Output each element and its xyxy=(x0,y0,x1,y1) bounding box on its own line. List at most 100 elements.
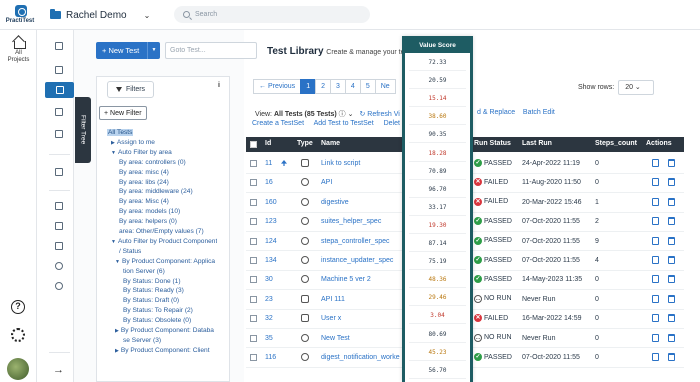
test-name[interactable]: digestive xyxy=(321,199,349,206)
pager-page[interactable]: 1 xyxy=(300,79,317,94)
pager-page[interactable]: 5 xyxy=(359,79,376,94)
filter-tree-item[interactable]: se Server (3) xyxy=(123,337,161,344)
test-name[interactable]: API 111 xyxy=(321,296,345,303)
refresh-link[interactable]: ↻ Refresh Vi xyxy=(359,111,399,118)
filters-tab[interactable]: Filters xyxy=(107,81,155,98)
goto-test-input[interactable]: Goto Test... xyxy=(165,42,257,59)
filter-tree-toggle[interactable]: Filter Tree xyxy=(75,97,91,163)
rail-requirements[interactable] xyxy=(51,62,67,78)
avatar[interactable] xyxy=(7,358,29,380)
test-id[interactable]: 134 xyxy=(265,257,277,264)
tree-caret-icon[interactable]: ▶ xyxy=(115,348,119,354)
rail-test-library[interactable] xyxy=(45,82,74,98)
test-id[interactable]: 123 xyxy=(265,218,277,225)
filter-tree-item[interactable]: By area: libs (24) xyxy=(119,179,169,186)
info-icon[interactable]: i xyxy=(218,82,225,89)
add-to-testset-link[interactable]: Add Test to TestSet xyxy=(314,120,374,127)
rail-image[interactable] xyxy=(51,198,67,214)
row-checkbox[interactable] xyxy=(250,179,257,187)
copy-icon[interactable] xyxy=(652,314,659,323)
test-name[interactable]: stepa_controller_spec xyxy=(321,238,390,245)
filter-tree-item[interactable]: By area: helpers (0) xyxy=(119,218,177,225)
test-id[interactable]: 35 xyxy=(265,335,273,342)
col-run-status[interactable]: Run Status xyxy=(474,140,511,147)
trash-icon[interactable] xyxy=(668,314,675,323)
rail-dashboard[interactable] xyxy=(51,38,67,54)
filter-tree-item[interactable]: ▼ By Product Component: Applica xyxy=(115,258,215,265)
row-checkbox[interactable] xyxy=(250,218,257,226)
test-name[interactable]: instance_updater_spec xyxy=(321,257,393,264)
test-id[interactable]: 23 xyxy=(265,296,273,303)
col-id[interactable]: Id xyxy=(265,140,271,147)
row-checkbox[interactable] xyxy=(250,276,257,284)
practitest-logo[interactable]: PractiTest xyxy=(6,5,36,27)
test-name[interactable]: API xyxy=(321,179,332,186)
col-type[interactable]: Type xyxy=(297,140,313,147)
test-id[interactable]: 116 xyxy=(265,354,276,361)
col-name[interactable]: Name xyxy=(321,140,340,147)
filter-tree-item[interactable]: ▼ Auto Filter by area xyxy=(111,149,172,156)
tree-caret-icon[interactable]: ▶ xyxy=(115,328,119,334)
filter-tree-item[interactable]: By Status: Obsolete (0) xyxy=(123,317,191,324)
test-id[interactable]: 32 xyxy=(265,315,273,322)
filter-tree-item[interactable]: / Status xyxy=(119,248,141,255)
filter-tree-item[interactable]: By area: controllers (0) xyxy=(119,159,186,166)
new-test-button[interactable]: + New Test ▼ xyxy=(96,42,160,59)
rows-per-page-select[interactable]: 20 ⌄ xyxy=(618,80,655,95)
search-input[interactable]: Search xyxy=(174,6,370,23)
filter-tree-item[interactable]: area: Other/Empty values (7) xyxy=(119,228,204,235)
test-id[interactable]: 16 xyxy=(265,179,273,186)
pager-page[interactable]: 3 xyxy=(330,79,346,94)
help-icon[interactable]: ? xyxy=(11,300,25,314)
trash-icon[interactable] xyxy=(668,197,675,206)
delete-link[interactable]: Delet xyxy=(384,120,400,127)
col-last-run[interactable]: Last Run xyxy=(522,140,552,147)
tree-caret-icon[interactable]: ▶ xyxy=(111,140,115,146)
row-checkbox[interactable] xyxy=(250,295,257,303)
dropdown-icon[interactable]: ⌄ xyxy=(348,111,354,118)
trash-icon[interactable] xyxy=(668,353,675,361)
trash-icon[interactable] xyxy=(668,178,675,187)
filter-tree-item[interactable]: By area: misc (4) xyxy=(119,169,169,176)
filter-tree-item[interactable]: By area: Misc (4) xyxy=(119,198,169,205)
trash-icon[interactable] xyxy=(668,236,675,245)
trash-icon[interactable] xyxy=(668,256,675,264)
test-name[interactable]: Link to script xyxy=(321,160,360,167)
test-name[interactable]: User x xyxy=(321,315,341,322)
row-checkbox[interactable] xyxy=(250,160,257,167)
filter-tree-item[interactable]: By Status: Ready (3) xyxy=(123,287,184,294)
copy-icon[interactable] xyxy=(652,197,659,206)
col-steps-count[interactable]: Steps_count xyxy=(595,140,637,147)
filter-tree-item[interactable]: All Tests xyxy=(107,129,134,136)
filter-tree-item[interactable]: By area: models (10) xyxy=(119,208,180,215)
filter-tree-item[interactable]: ▶ By Product Component: Client xyxy=(115,347,210,354)
copy-icon[interactable] xyxy=(652,333,659,342)
expand-arrow-icon[interactable]: → xyxy=(53,364,64,376)
test-id[interactable]: 30 xyxy=(265,276,273,283)
rail-settings[interactable] xyxy=(51,278,67,294)
row-checkbox[interactable] xyxy=(250,354,257,361)
rail-list[interactable] xyxy=(51,218,67,234)
copy-icon[interactable] xyxy=(652,275,659,284)
new-filter-button[interactable]: + New Filter xyxy=(99,106,147,120)
filter-tree-item[interactable]: By Status: Draft (0) xyxy=(123,297,179,304)
rail-history[interactable] xyxy=(51,258,67,274)
gear-icon[interactable] xyxy=(11,328,25,342)
row-checkbox[interactable] xyxy=(250,257,257,264)
trash-icon[interactable] xyxy=(668,159,675,167)
batch-edit-link[interactable]: Batch Edit xyxy=(523,109,555,116)
filter-tree-item[interactable]: ▶ Assign to me xyxy=(111,139,155,146)
trash-icon[interactable] xyxy=(668,275,675,284)
create-testset-link[interactable]: Create a TestSet xyxy=(252,120,304,127)
pager-previous[interactable]: ← Previous xyxy=(253,79,302,94)
project-selector[interactable]: Rachel Demo ⌄ xyxy=(50,7,150,23)
tree-caret-icon[interactable]: ▼ xyxy=(115,259,120,265)
row-checkbox[interactable] xyxy=(250,315,257,323)
trash-icon[interactable] xyxy=(668,294,675,303)
copy-icon[interactable] xyxy=(652,294,659,303)
all-projects-link[interactable]: All Projects xyxy=(0,38,37,64)
row-checkbox[interactable] xyxy=(250,198,257,206)
tree-caret-icon[interactable]: ▼ xyxy=(111,239,116,245)
copy-icon[interactable] xyxy=(652,236,659,245)
copy-icon[interactable] xyxy=(652,256,659,264)
